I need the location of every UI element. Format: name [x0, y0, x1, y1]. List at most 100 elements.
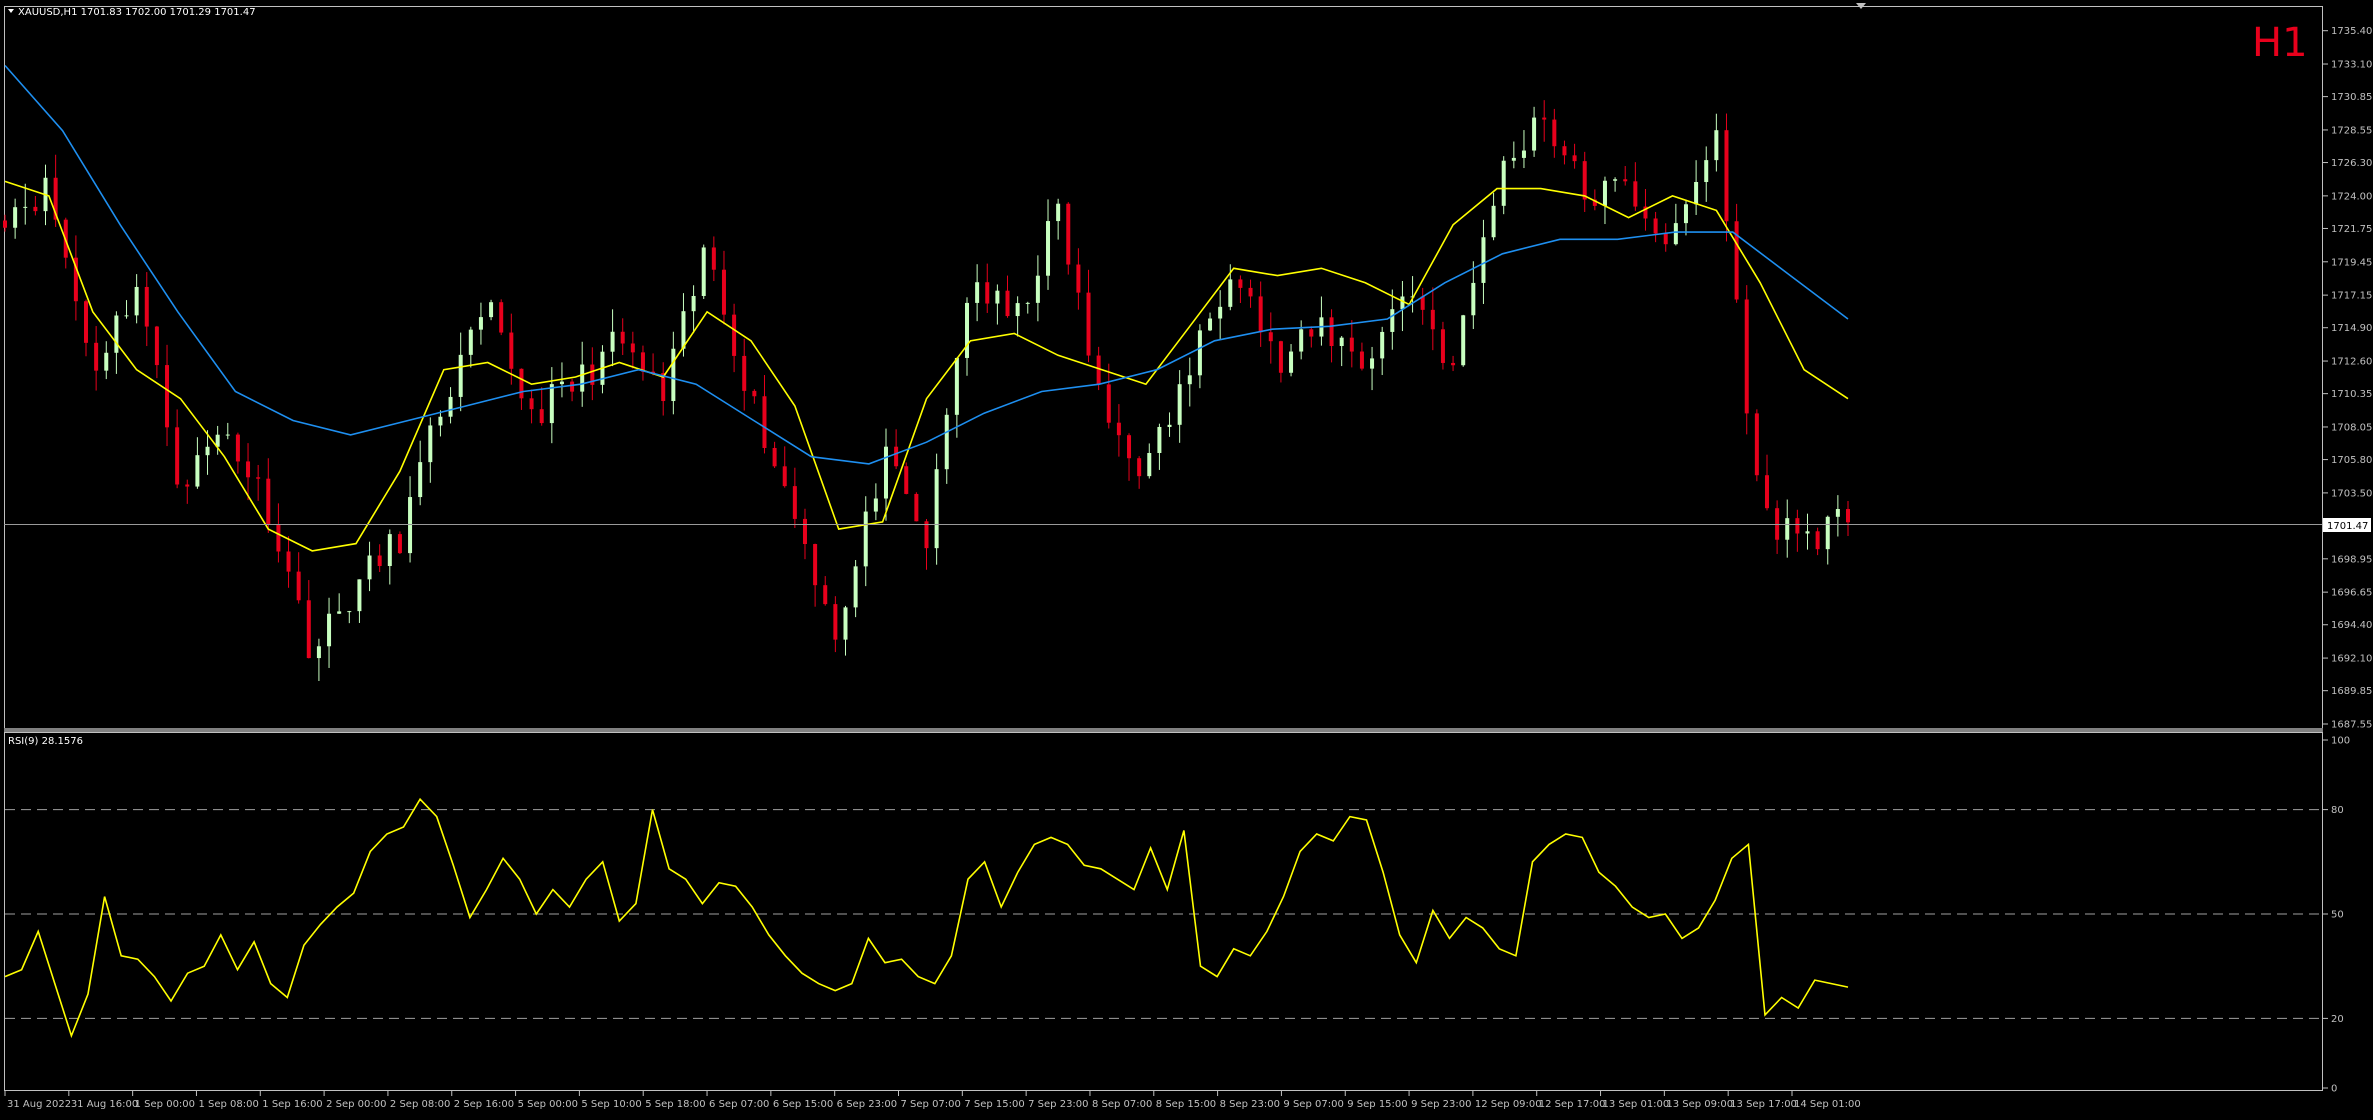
candle-body: [1521, 150, 1526, 158]
candle-body: [1278, 341, 1283, 373]
candle-body: [104, 352, 109, 371]
candle-body: [114, 315, 119, 353]
candle-body: [1694, 182, 1699, 205]
candle-body: [954, 357, 959, 415]
candle-body: [823, 585, 828, 605]
candle-body: [1056, 203, 1061, 222]
candle-body: [965, 302, 970, 358]
candle-body: [1197, 330, 1202, 376]
candle-body: [529, 398, 534, 410]
time-tick-label: 2 Sep 16:00: [454, 1099, 514, 1110]
price-tick-label: 1724.00: [2331, 191, 2372, 202]
candle-body: [1673, 223, 1678, 245]
price-tick-label: 1708.05: [2331, 422, 2372, 433]
candle-body: [357, 579, 362, 612]
candle-body: [1370, 358, 1375, 369]
price-tick-label: 1696.65: [2331, 588, 2372, 599]
candle-body: [1177, 384, 1182, 425]
candle-body: [225, 434, 230, 436]
time-tick-label: 13 Sep 09:00: [1666, 1099, 1733, 1110]
candle-body: [1187, 375, 1192, 385]
candle-body: [1846, 509, 1850, 523]
time-tick-label: 13 Sep 17:00: [1730, 1099, 1797, 1110]
candle-body: [580, 364, 585, 392]
candle-body: [1258, 296, 1263, 333]
candle-body: [468, 329, 473, 355]
price-tick-label: 1721.75: [2331, 224, 2372, 235]
candle-body: [802, 518, 807, 545]
candle-body: [408, 497, 413, 554]
candle-body: [863, 511, 868, 567]
candle-body: [934, 469, 939, 549]
time-tick-label: 8 Sep 23:00: [1220, 1099, 1280, 1110]
candle-body: [1005, 290, 1010, 317]
candle-body: [1542, 117, 1547, 120]
timeframe-label: H1: [2252, 20, 2308, 66]
candle-body: [742, 355, 747, 391]
candle-body: [914, 493, 919, 522]
candle-body: [1653, 218, 1658, 234]
candle-body: [620, 331, 625, 344]
candle-body: [33, 206, 38, 212]
candle-body: [752, 390, 757, 397]
candle-body: [833, 604, 838, 640]
rsi-tick-label: 0: [2331, 1084, 2337, 1095]
candle-body: [1562, 146, 1567, 156]
price-tick-label: 1726.30: [2331, 158, 2372, 169]
time-tick-label: 1 Sep 08:00: [198, 1099, 258, 1110]
time-tick-label: 12 Sep 17:00: [1539, 1099, 1606, 1110]
price-tick-label: 1705.80: [2331, 455, 2372, 466]
candle-body: [1289, 351, 1294, 373]
candle-body: [924, 521, 929, 549]
candle-body: [246, 461, 251, 478]
candle-body: [813, 544, 818, 586]
time-tick-label: 12 Sep 09:00: [1475, 1099, 1542, 1110]
candle-body: [367, 555, 372, 580]
current-price-label: 1701.47: [2327, 521, 2368, 532]
candle-body: [1380, 331, 1385, 359]
candle-body: [1633, 181, 1638, 207]
candle-body: [1785, 518, 1790, 540]
time-tick-label: 8 Sep 15:00: [1156, 1099, 1216, 1110]
candle-body: [499, 302, 504, 333]
time-tick-label: 6 Sep 15:00: [773, 1099, 833, 1110]
candle-body: [286, 551, 291, 572]
candle-body: [144, 286, 149, 327]
candle-body: [995, 290, 1000, 304]
candle-body: [1268, 332, 1273, 342]
panel-separator[interactable]: [4, 728, 2323, 732]
candle-body: [1228, 279, 1233, 307]
candle-body: [509, 332, 514, 369]
symbol-header: XAUUSD,H1 1701.83 1702.00 1701.29 1701.4…: [18, 7, 256, 18]
rsi-tick-label: 50: [2331, 910, 2344, 921]
candle-body: [195, 455, 200, 487]
candle-body: [1663, 233, 1668, 245]
candle-body: [985, 282, 990, 304]
price-tick-label: 1733.10: [2331, 60, 2372, 71]
candle-body: [1015, 303, 1020, 317]
candle-body: [397, 534, 402, 554]
candle-body: [1076, 264, 1081, 293]
candle-body: [772, 447, 777, 467]
rsi-tick-label: 100: [2331, 736, 2350, 747]
candle-body: [691, 295, 696, 312]
price-tick-label: 1728.55: [2331, 125, 2372, 136]
candle-body: [1218, 306, 1223, 319]
chart-root: 1735.40 1733.10 1730.85 1728.55 1726.30 1724.…: [0, 0, 2373, 1116]
candle-body: [762, 396, 767, 448]
price-tick-label: 1698.95: [2331, 554, 2372, 565]
time-tick-label: 5 Sep 10:00: [581, 1099, 641, 1110]
candle-body: [1775, 508, 1780, 540]
price-tick-label: 1719.45: [2331, 257, 2372, 268]
candle-body: [1754, 413, 1759, 476]
candle-body: [478, 317, 483, 330]
candle-body: [944, 414, 949, 470]
candle-body: [671, 348, 676, 402]
candle-body: [1491, 205, 1496, 238]
candle-body: [428, 425, 433, 463]
candle-body: [1339, 337, 1344, 347]
candle-body: [610, 331, 615, 352]
candle-body: [1795, 518, 1800, 534]
time-tick-label: 2 Sep 08:00: [390, 1099, 450, 1110]
time-tick-label: 1 Sep 00:00: [135, 1099, 195, 1110]
